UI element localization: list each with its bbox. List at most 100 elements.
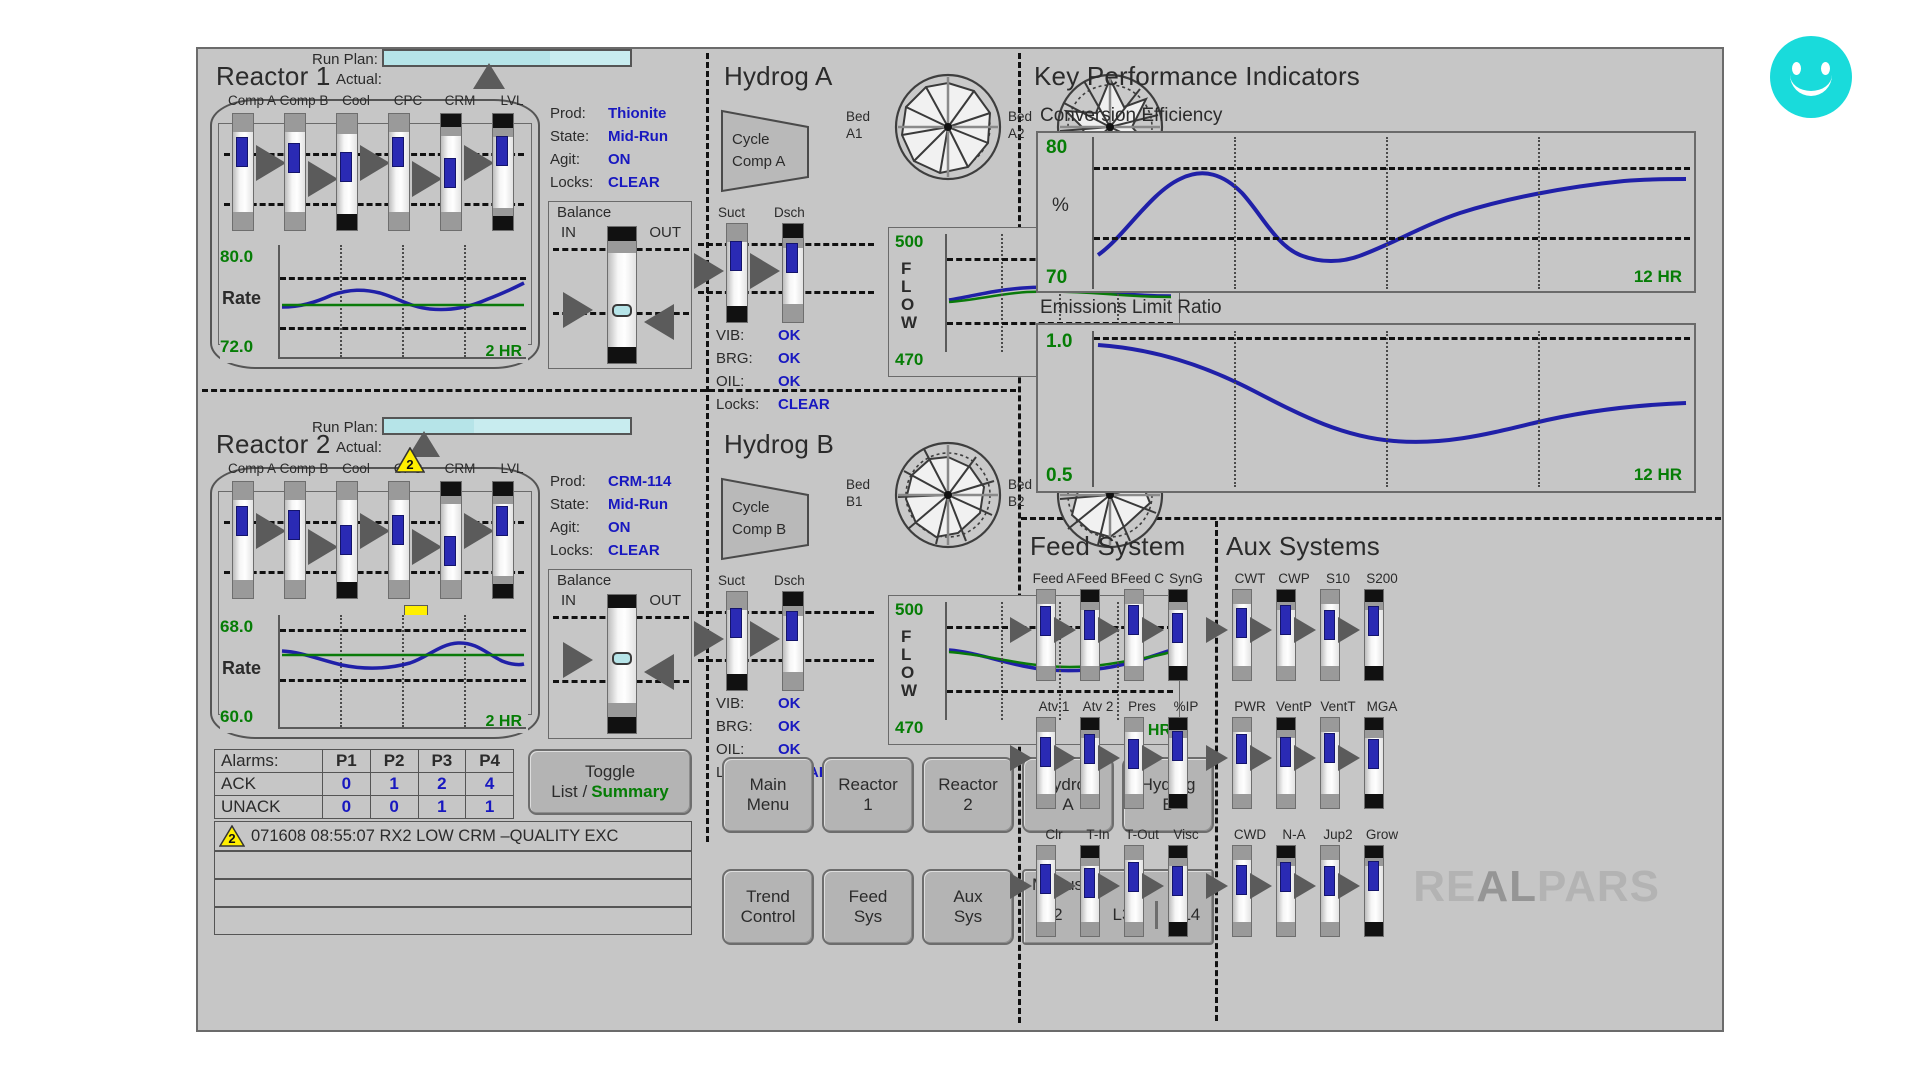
bar-gauge[interactable]: [388, 481, 410, 599]
bar-gauge[interactable]: [1320, 589, 1340, 681]
reactor2-crm-alarm-badge[interactable]: 2: [395, 447, 425, 473]
valve-icon[interactable]: [1294, 873, 1316, 899]
valve-icon[interactable]: [256, 513, 286, 549]
bar-gauge[interactable]: [1364, 717, 1384, 809]
bar-gauge[interactable]: [1364, 845, 1384, 937]
toggle-list-summary-button[interactable]: Toggle List / Summary: [528, 749, 692, 815]
bar-gauge[interactable]: [1320, 845, 1340, 937]
valve-icon[interactable]: [1338, 617, 1360, 643]
valve-icon[interactable]: [750, 253, 780, 289]
bar-gauge[interactable]: [232, 113, 254, 231]
hydrogb-compressor[interactable]: Cycle Comp B: [718, 475, 812, 563]
bar-gauge[interactable]: [284, 481, 306, 599]
bar-gauge[interactable]: [492, 481, 514, 599]
bar-gauge[interactable]: [1168, 589, 1188, 681]
bar-gauge[interactable]: [1080, 845, 1100, 937]
bar-gauge[interactable]: [1232, 717, 1252, 809]
nav-reactor-2-button[interactable]: Reactor 2: [922, 757, 1014, 833]
bar-gauge[interactable]: [1036, 845, 1056, 937]
bar-gauge[interactable]: [1036, 717, 1056, 809]
valve-icon[interactable]: [1142, 745, 1164, 771]
valve-icon[interactable]: [412, 161, 442, 197]
hydroga-bed-a1-radar[interactable]: [892, 71, 1004, 183]
valve-icon[interactable]: [750, 621, 780, 657]
bar-gauge[interactable]: [492, 113, 514, 231]
alarm-message-row[interactable]: [214, 907, 692, 935]
nav-main-menu-button[interactable]: Main Menu: [722, 757, 814, 833]
bar-gauge[interactable]: [1124, 717, 1144, 809]
bar-gauge[interactable]: [1036, 589, 1056, 681]
bar-gauge[interactable]: [336, 113, 358, 231]
reactor2-balance-valve-in[interactable]: [563, 642, 593, 678]
alarm-message-row[interactable]: 2 071608 08:55:07 RX2 LOW CRM –QUALITY E…: [214, 821, 692, 851]
reactor1-balance-valve-out[interactable]: [644, 304, 674, 340]
reactor1-trend-chart[interactable]: 80.0 72.0 Rate 2 HR: [220, 245, 528, 363]
bar-gauge[interactable]: [1276, 717, 1296, 809]
valve-icon[interactable]: [1010, 745, 1032, 771]
valve-icon[interactable]: [1054, 745, 1076, 771]
valve-icon[interactable]: [1250, 745, 1272, 771]
valve-icon[interactable]: [1010, 873, 1032, 899]
bar-gauge[interactable]: [726, 223, 748, 323]
hydrogb-bed-b1-radar[interactable]: [892, 439, 1004, 551]
nav-feed-sys-button[interactable]: Feed Sys: [822, 869, 914, 945]
reactor1-balance-valve-in[interactable]: [563, 292, 593, 328]
bar-gauge[interactable]: [284, 113, 306, 231]
bar-gauge[interactable]: [1276, 845, 1296, 937]
valve-icon[interactable]: [464, 145, 494, 181]
bar-gauge[interactable]: [1124, 589, 1144, 681]
valve-icon[interactable]: [256, 145, 286, 181]
reactor2-balance-bar[interactable]: [607, 594, 637, 734]
valve-icon[interactable]: [1206, 745, 1228, 771]
valve-icon[interactable]: [1338, 873, 1360, 899]
bar-gauge[interactable]: [1232, 589, 1252, 681]
bar-gauge[interactable]: [232, 481, 254, 599]
valve-icon[interactable]: [1098, 873, 1120, 899]
bar-gauge[interactable]: [782, 591, 804, 691]
valve-icon[interactable]: [1142, 873, 1164, 899]
bar-gauge[interactable]: [1364, 589, 1384, 681]
nav-aux-sys-button[interactable]: Aux Sys: [922, 869, 1014, 945]
bar-gauge[interactable]: [726, 591, 748, 691]
bar-gauge[interactable]: [1168, 717, 1188, 809]
nav-reactor-1-button[interactable]: Reactor 1: [822, 757, 914, 833]
bar-gauge[interactable]: [1320, 717, 1340, 809]
valve-icon[interactable]: [694, 621, 724, 657]
valve-icon[interactable]: [1054, 873, 1076, 899]
bar-gauge[interactable]: [1124, 845, 1144, 937]
valve-icon[interactable]: [308, 161, 338, 197]
bar-gauge[interactable]: [1232, 845, 1252, 937]
valve-icon[interactable]: [360, 145, 390, 181]
valve-icon[interactable]: [1142, 617, 1164, 643]
bar-gauge[interactable]: [1080, 717, 1100, 809]
bar-gauge[interactable]: [440, 113, 462, 231]
valve-icon[interactable]: [360, 513, 390, 549]
valve-icon[interactable]: [1206, 873, 1228, 899]
valve-icon[interactable]: [1294, 745, 1316, 771]
kpi-emissions-limit-ratio-chart[interactable]: 1.0 0.5 12 HR: [1036, 323, 1696, 493]
bar-gauge[interactable]: [388, 113, 410, 231]
alarm-message-row[interactable]: [214, 879, 692, 907]
bar-gauge[interactable]: [1276, 589, 1296, 681]
valve-icon[interactable]: [308, 529, 338, 565]
reactor2-balance-valve-out[interactable]: [644, 654, 674, 690]
valve-icon[interactable]: [1338, 745, 1360, 771]
kpi-conversion-efficiency-chart[interactable]: 80 70 % 12 HR: [1036, 131, 1696, 293]
reactor2-trend-chart[interactable]: 68.0 60.0 Rate 2 HR: [220, 615, 528, 733]
bar-gauge[interactable]: [1080, 589, 1100, 681]
nav-trend-control-button[interactable]: Trend Control: [722, 869, 814, 945]
valve-icon[interactable]: [694, 253, 724, 289]
valve-icon[interactable]: [1294, 617, 1316, 643]
valve-icon[interactable]: [1098, 745, 1120, 771]
valve-icon[interactable]: [1250, 617, 1272, 643]
reactor1-balance-bar[interactable]: [607, 226, 637, 364]
valve-icon[interactable]: [464, 513, 494, 549]
bar-gauge[interactable]: [440, 481, 462, 599]
alarm-message-row[interactable]: [214, 851, 692, 879]
valve-icon[interactable]: [1010, 617, 1032, 643]
bar-gauge[interactable]: [1168, 845, 1188, 937]
valve-icon[interactable]: [1098, 617, 1120, 643]
valve-icon[interactable]: [1206, 617, 1228, 643]
bar-gauge[interactable]: [336, 481, 358, 599]
hydroga-compressor[interactable]: Cycle Comp A: [718, 107, 812, 195]
